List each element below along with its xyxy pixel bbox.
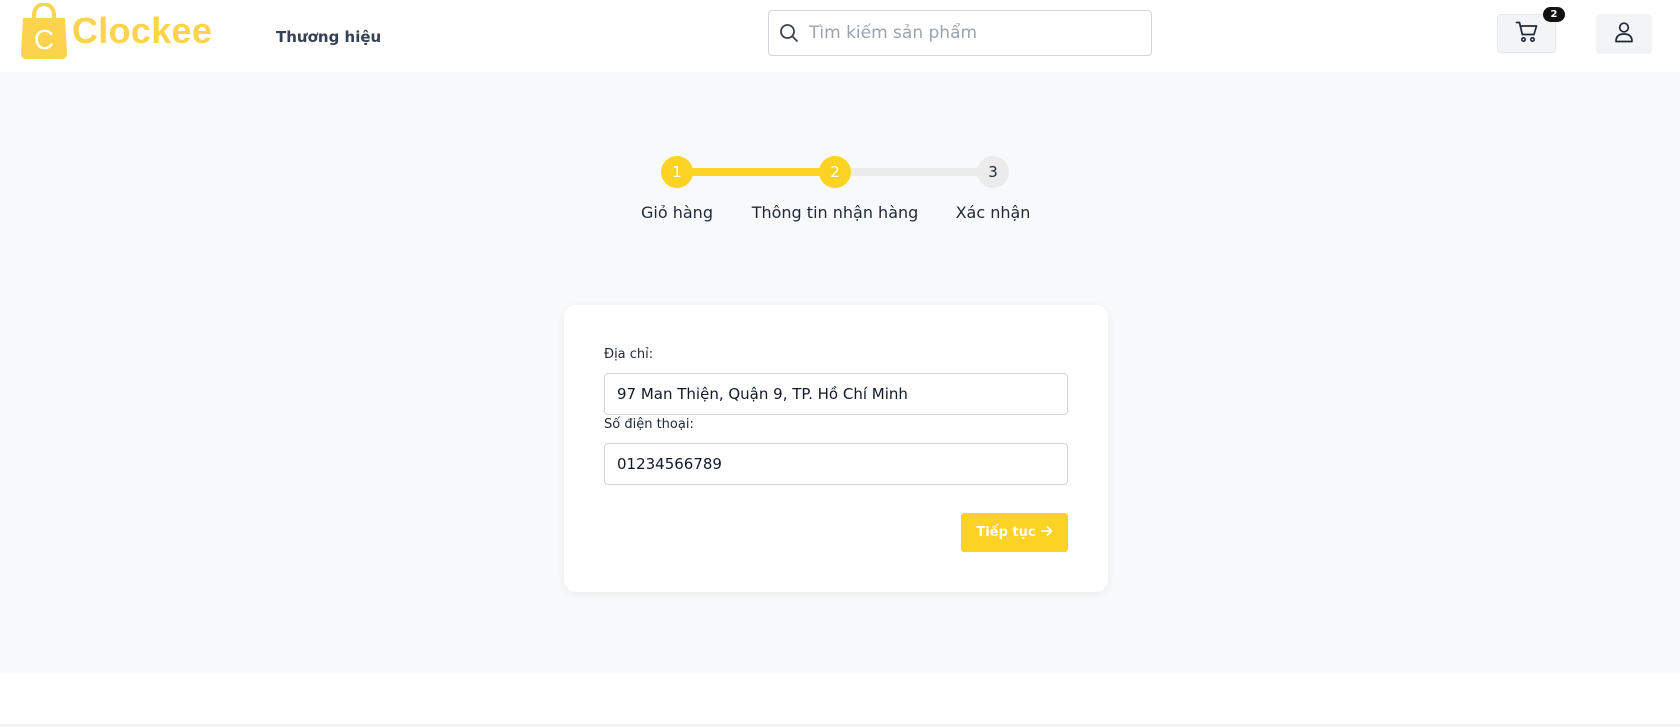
step-progress-fill — [677, 168, 835, 176]
search-bar — [768, 10, 1152, 56]
logo-wordmark: Clockee — [72, 10, 213, 51]
address-field[interactable] — [604, 373, 1068, 415]
step-1-label: Giỏ hàng — [641, 203, 713, 222]
search-icon — [779, 23, 799, 43]
cart-icon — [1515, 20, 1539, 48]
phone-label: Số điện thoại: — [604, 417, 694, 432]
step-3-circle: 3 — [977, 156, 1009, 188]
nav-link-brands[interactable]: Thương hiệu — [276, 28, 381, 46]
shopping-bag-icon: C — [20, 3, 68, 59]
user-account-button[interactable] — [1596, 14, 1652, 54]
step-1-circle: 1 — [661, 156, 693, 188]
checkout-stepper: 1 2 3 Giỏ hàng Thông tin nhận hàng Xác n… — [0, 72, 1680, 252]
address-label: Địa chỉ: — [604, 347, 654, 362]
checkout-main: 1 2 3 Giỏ hàng Thông tin nhận hàng Xác n… — [0, 72, 1680, 673]
user-icon — [1613, 21, 1635, 47]
arrow-right-icon — [1040, 525, 1053, 541]
continue-button-label: Tiếp tục — [976, 525, 1036, 540]
shipping-info-card: Địa chỉ: Số điện thoại: Tiếp tục — [564, 305, 1108, 592]
phone-field[interactable] — [604, 443, 1068, 485]
continue-button[interactable]: Tiếp tục — [961, 513, 1068, 552]
logo-letter: C — [33, 24, 55, 55]
logo[interactable]: C Clockee — [20, 3, 212, 59]
search-input[interactable] — [809, 13, 1139, 53]
step-2-label: Thông tin nhận hàng — [751, 203, 919, 222]
step-2-circle: 2 — [819, 156, 851, 188]
site-header: C Clockee Thương hiệu 2 — [0, 0, 1680, 72]
cart-count-badge: 2 — [1543, 7, 1565, 22]
step-3-label: Xác nhận — [955, 203, 1031, 222]
